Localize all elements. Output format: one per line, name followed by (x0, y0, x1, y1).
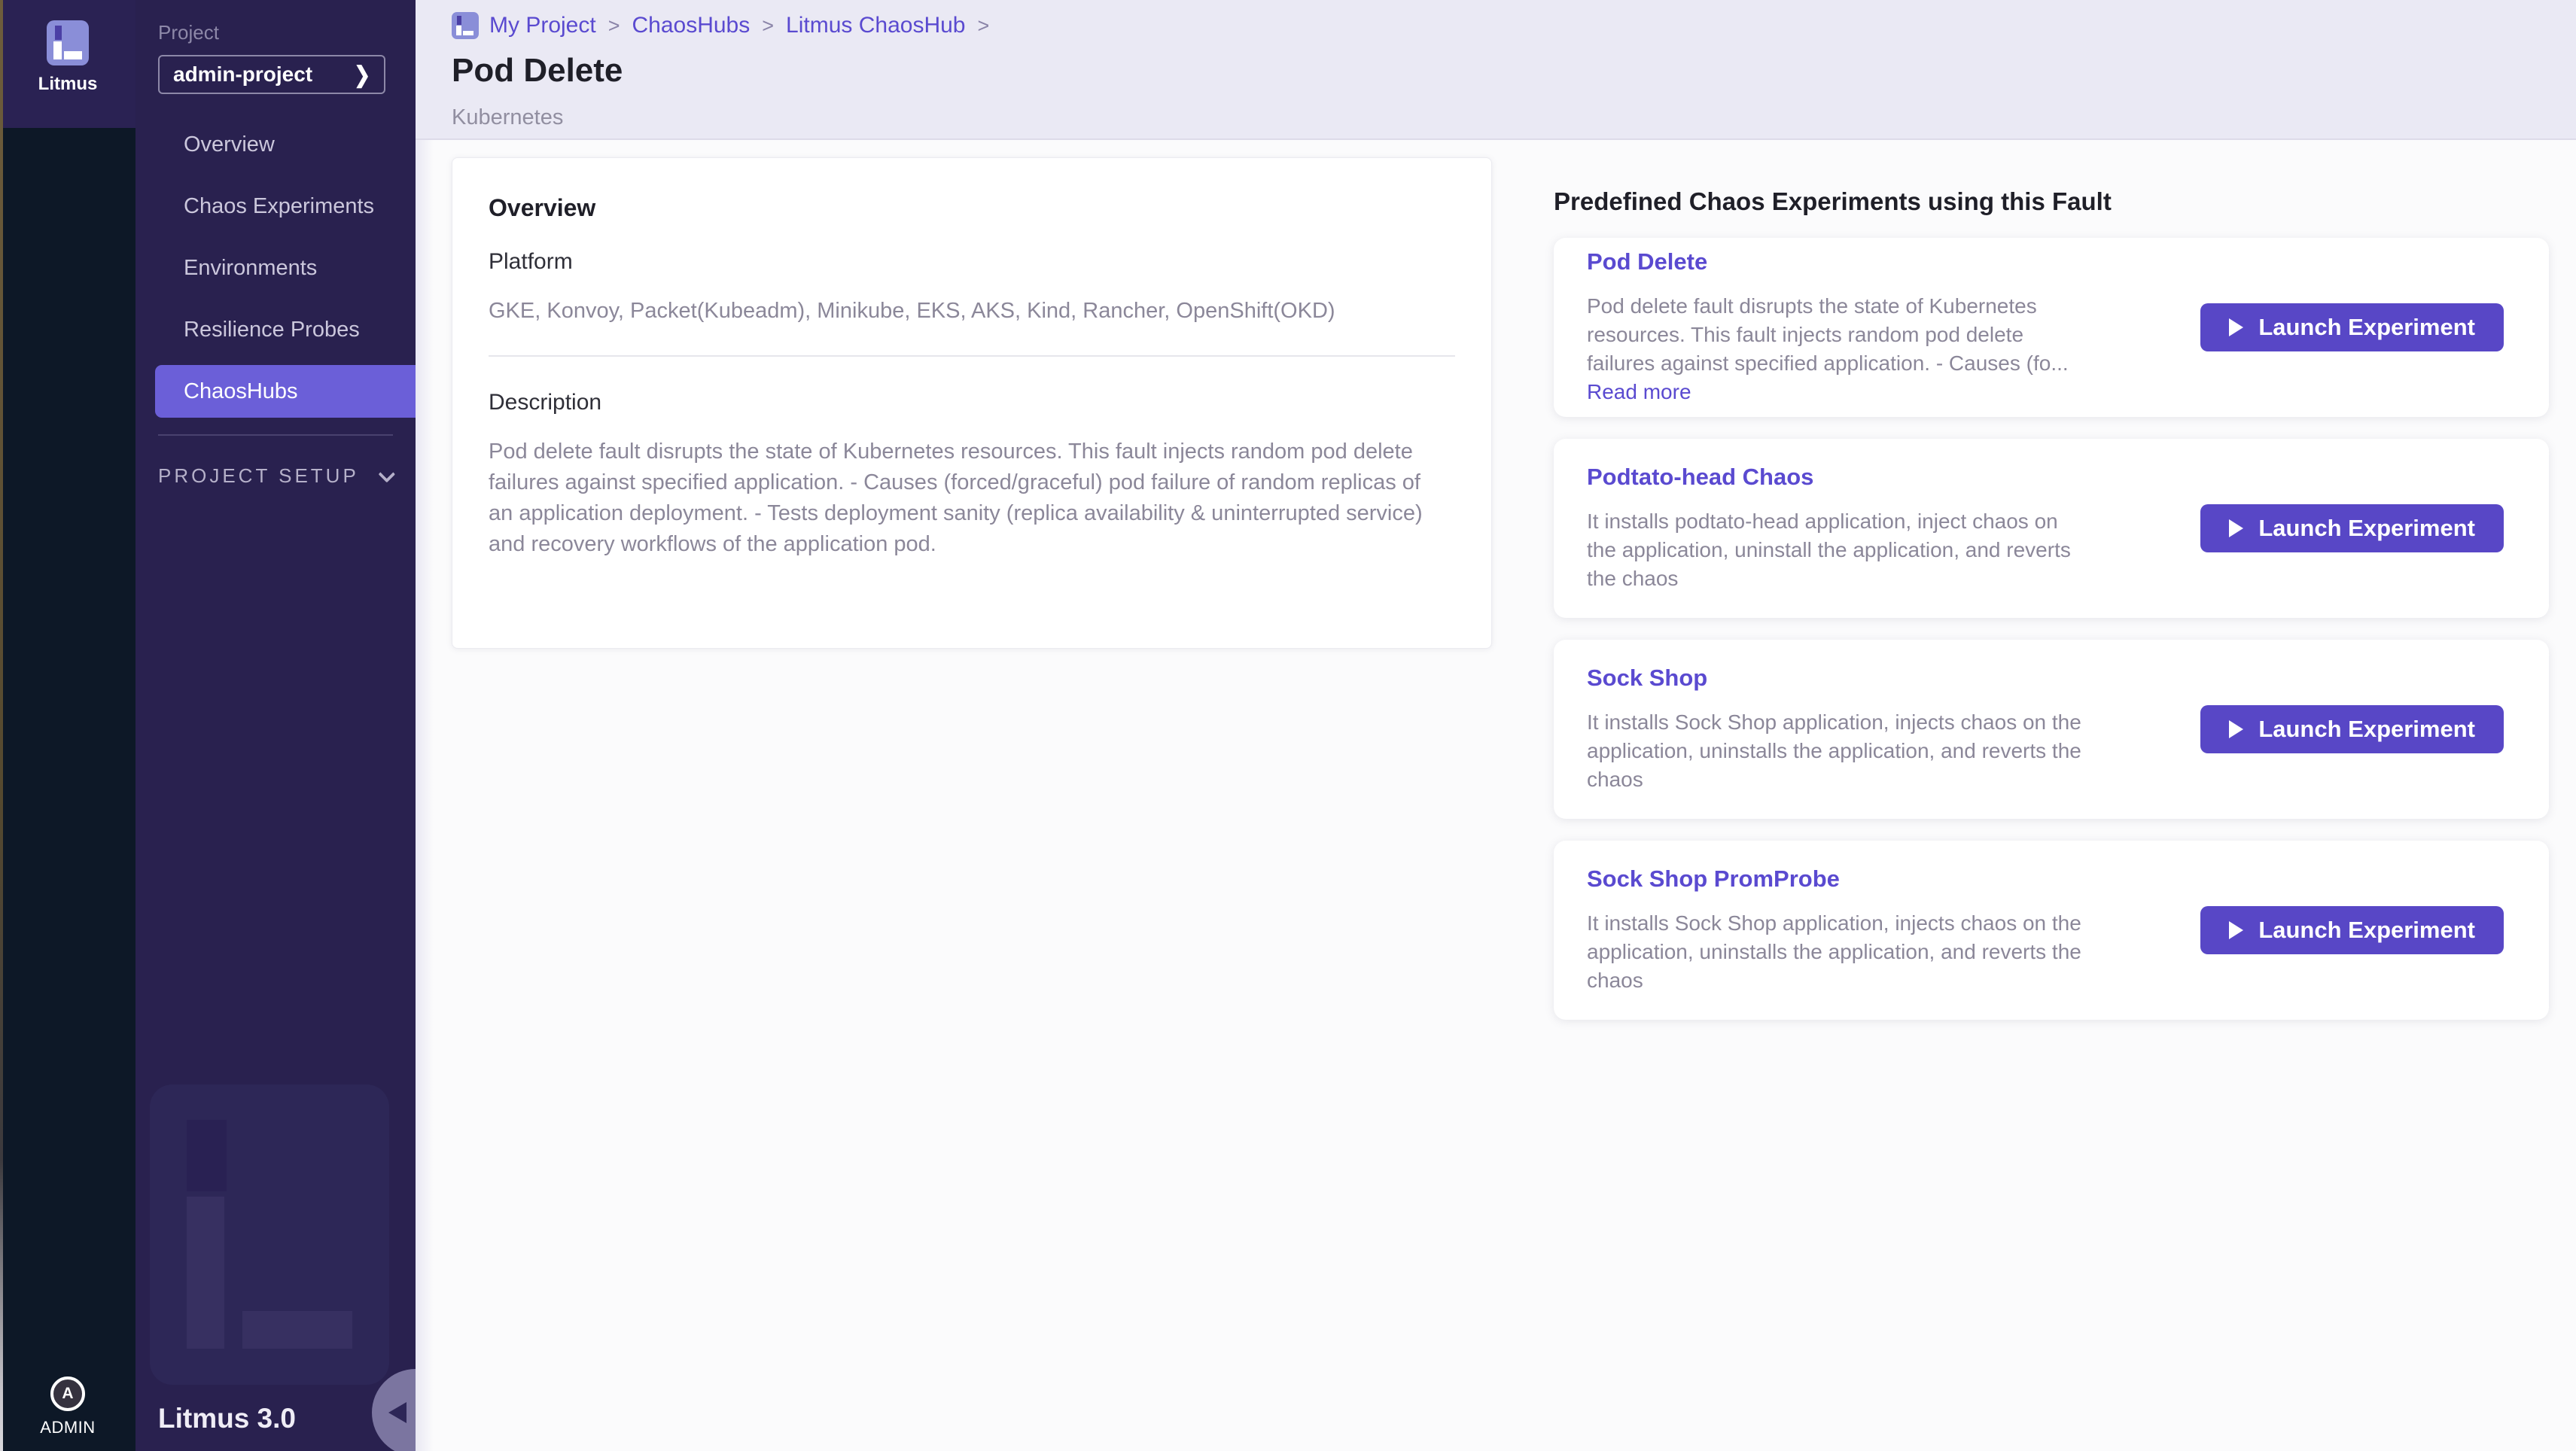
chevron-right-icon: ❯ (354, 61, 370, 88)
launch-experiment-button[interactable]: Launch Experiment (2200, 906, 2504, 954)
sidebar-item-chaoshubs[interactable]: ChaosHubs (155, 365, 416, 418)
fault-description: Pod delete fault disrupts the state of K… (489, 437, 1430, 560)
description-label: Description (489, 390, 1455, 415)
play-icon (2229, 720, 2243, 738)
predefined-experiments-heading: Predefined Chaos Experiments using this … (1554, 187, 2549, 216)
sidebar-item-environments[interactable]: Environments (135, 237, 416, 299)
breadcrumb-separator: > (760, 14, 775, 38)
experiment-title[interactable]: Pod Delete (1587, 248, 2084, 275)
experiment-card-podtato-head: Podtato-head Chaos It installs podtato-h… (1554, 439, 2549, 618)
experiment-description: It installs Sock Shop application, injec… (1587, 708, 2084, 794)
fault-overview-card: Overview Platform GKE, Konvoy, Packet(Ku… (452, 157, 1492, 649)
sidebar-item-overview[interactable]: Overview (135, 114, 416, 175)
platform-list: GKE, Konvoy, Packet(Kubeadm), Minikube, … (489, 299, 1455, 324)
breadcrumb-separator: > (976, 14, 991, 38)
app-window: Litmus A ADMIN Project admin-project ❯ O… (0, 0, 2576, 1451)
rail-spacer (0, 128, 135, 1376)
play-icon (2229, 921, 2243, 939)
experiment-title[interactable]: Podtato-head Chaos (1587, 464, 2084, 491)
sidebar-divider (158, 434, 393, 436)
page-title: Pod Delete (452, 52, 2576, 90)
project-sidebar: Project admin-project ❯ Overview Chaos E… (135, 0, 416, 1451)
content: Overview Platform GKE, Konvoy, Packet(Ku… (416, 140, 2576, 1020)
project-name: admin-project (173, 62, 312, 87)
brand-rail: Litmus A ADMIN (0, 0, 135, 1451)
litmus-watermark-illustration (150, 1084, 389, 1385)
version-label: Litmus 3.0 (158, 1403, 296, 1434)
read-more-link[interactable]: Read more (1587, 380, 1691, 403)
experiment-description: It installs podtato-head application, in… (1587, 507, 2084, 593)
experiment-description: It installs Sock Shop application, injec… (1587, 909, 2084, 995)
arrow-left-icon (388, 1402, 406, 1423)
litmus-logo-icon (47, 20, 89, 65)
play-icon (2229, 318, 2243, 336)
breadcrumb-chaoshubs[interactable]: ChaosHubs (632, 13, 750, 38)
avatar[interactable]: A (50, 1376, 85, 1411)
user-block: A ADMIN (0, 1376, 135, 1451)
project-setup-label: PROJECT SETUP (158, 464, 359, 488)
project-label: Project (158, 21, 416, 44)
screen-edge-artifact (0, 0, 3, 1451)
project-setup-toggle[interactable]: PROJECT SETUP (135, 464, 416, 488)
breadcrumb-separator: > (607, 14, 622, 38)
predefined-experiments-panel: Predefined Chaos Experiments using this … (1554, 157, 2549, 1020)
breadcrumb-litmus-chaoshub[interactable]: Litmus ChaosHub (786, 13, 965, 38)
sidebar-item-resilience-probes[interactable]: Resilience Probes (135, 299, 416, 360)
launch-experiment-button[interactable]: Launch Experiment (2200, 705, 2504, 753)
launch-experiment-button[interactable]: Launch Experiment (2200, 504, 2504, 552)
experiment-title[interactable]: Sock Shop PromProbe (1587, 865, 2084, 893)
chevron-down-icon (378, 465, 395, 482)
experiment-title[interactable]: Sock Shop (1587, 665, 2084, 692)
user-name: ADMIN (40, 1418, 95, 1437)
page-subtitle: Kubernetes (452, 105, 2576, 130)
experiment-card-sock-shop-promprobe: Sock Shop PromProbe It installs Sock Sho… (1554, 841, 2549, 1020)
experiment-card-pod-delete: Pod Delete Pod delete fault disrupts the… (1554, 238, 2549, 417)
breadcrumb: My Project > ChaosHubs > Litmus ChaosHub… (452, 12, 2576, 39)
brand-name: Litmus (38, 74, 98, 95)
launch-experiment-button[interactable]: Launch Experiment (2200, 303, 2504, 351)
experiment-description: Pod delete fault disrupts the state of K… (1587, 292, 2084, 406)
breadcrumb-my-project[interactable]: My Project (489, 13, 596, 38)
sidebar-item-chaos-experiments[interactable]: Chaos Experiments (135, 175, 416, 237)
platform-label: Platform (489, 249, 1455, 275)
brand-block: Litmus (0, 0, 135, 128)
sidebar-nav: Overview Chaos Experiments Environments … (135, 114, 416, 418)
avatar-initial: A (62, 1385, 73, 1403)
play-icon (2229, 519, 2243, 537)
overview-heading: Overview (489, 194, 1455, 222)
breadcrumb-logo-icon (452, 12, 479, 39)
project-selector[interactable]: admin-project ❯ (158, 55, 385, 94)
experiment-card-sock-shop: Sock Shop It installs Sock Shop applicat… (1554, 640, 2549, 819)
overview-divider (489, 355, 1455, 357)
main-area: My Project > ChaosHubs > Litmus ChaosHub… (416, 0, 2576, 1451)
page-header: My Project > ChaosHubs > Litmus ChaosHub… (416, 0, 2576, 140)
